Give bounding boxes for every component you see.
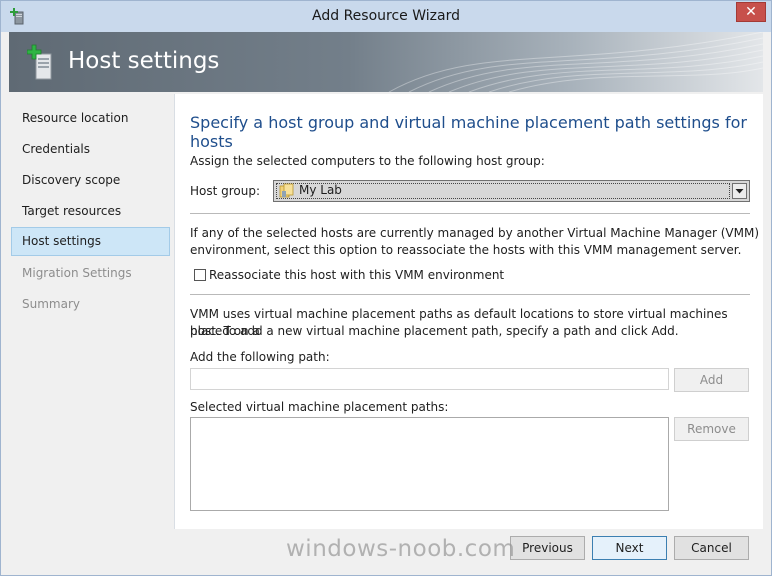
- wizard-navigation: Resource location Credentials Discovery …: [9, 94, 175, 529]
- wizard-window: Add Resource Wizard ✕ Host settings Reso…: [0, 0, 772, 576]
- add-path-input[interactable]: [190, 368, 669, 390]
- nav-item-migration-settings: Migration Settings: [22, 266, 132, 280]
- window-title: Add Resource Wizard: [312, 8, 460, 24]
- nav-item-summary: Summary: [22, 297, 80, 311]
- add-server-icon: [27, 44, 52, 80]
- section-heading: Specify a host group and virtual machine…: [190, 113, 747, 151]
- host-group-value: My Lab: [299, 183, 342, 197]
- reassociate-label[interactable]: Reassociate this host with this VMM envi…: [209, 267, 504, 284]
- nav-item-target-resources[interactable]: Target resources: [11, 197, 170, 226]
- next-button[interactable]: Next: [592, 536, 667, 560]
- remove-button[interactable]: Remove: [674, 417, 749, 441]
- nav-item-host-settings[interactable]: Host settings: [11, 227, 170, 256]
- nav-item-discovery-scope[interactable]: Discovery scope: [11, 166, 170, 195]
- title-bar[interactable]: Add Resource Wizard ✕: [1, 1, 771, 32]
- header-banner: Host settings: [9, 32, 763, 92]
- add-button[interactable]: Add: [674, 368, 749, 392]
- watermark-text: windows-noob.com: [286, 536, 516, 562]
- reassociate-checkbox[interactable]: [194, 269, 206, 281]
- host-group-label: Host group:: [190, 183, 260, 200]
- nav-item-resource-location[interactable]: Resource location: [11, 104, 170, 133]
- vmm-description-line1: If any of the selected hosts are current…: [190, 226, 760, 240]
- host-group-dropdown[interactable]: My Lab: [273, 180, 750, 202]
- add-path-label: Add the following path:: [190, 350, 330, 364]
- host-group-label-text: Host group:: [190, 184, 261, 198]
- section-divider: [190, 213, 750, 214]
- close-button[interactable]: ✕: [736, 2, 766, 22]
- chevron-down-icon: [735, 189, 744, 194]
- nav-item-credentials[interactable]: Credentials: [11, 135, 170, 164]
- placement-description-line2: host. To add a new virtual machine place…: [190, 324, 679, 338]
- dropdown-arrow-button[interactable]: [732, 183, 747, 199]
- previous-button[interactable]: Previous: [510, 536, 585, 560]
- section-divider: [190, 294, 750, 295]
- selected-paths-label: Selected virtual machine placement paths…: [190, 400, 449, 414]
- host-group-icon: [279, 183, 294, 198]
- main-content: Specify a host group and virtual machine…: [175, 94, 763, 529]
- dropdown-focus-rect: [276, 183, 730, 199]
- cancel-button[interactable]: Cancel: [674, 536, 749, 560]
- assign-instruction: Assign the selected computers to the fol…: [190, 154, 545, 168]
- vmm-description-line2: environment, select this option to reass…: [190, 243, 742, 257]
- page-title: Host settings: [68, 48, 220, 74]
- selected-paths-list[interactable]: [190, 417, 669, 511]
